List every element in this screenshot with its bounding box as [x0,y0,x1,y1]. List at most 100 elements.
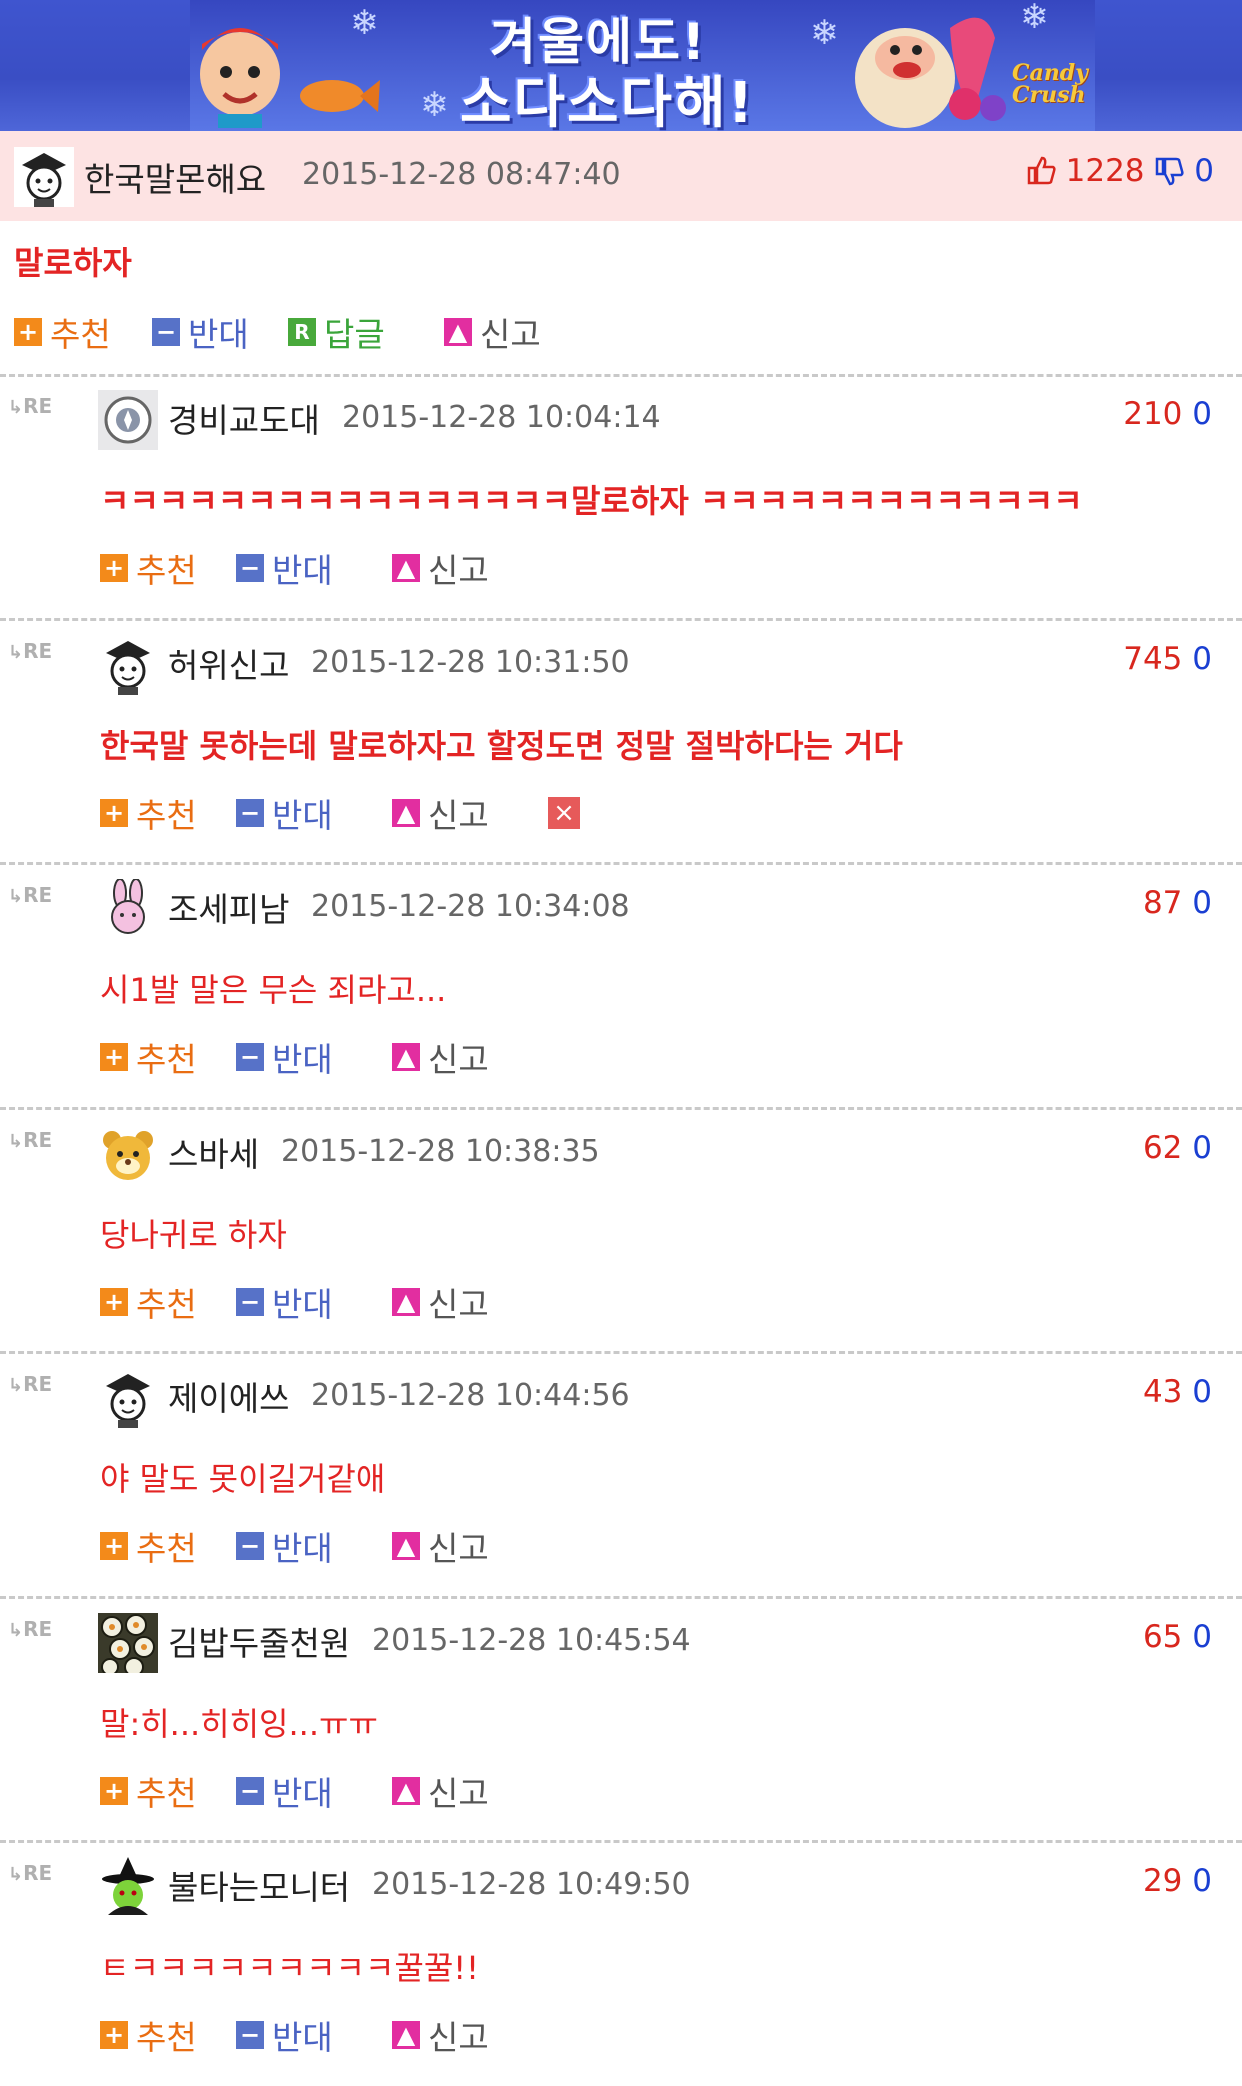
avatar[interactable] [98,1857,158,1917]
oppose-button[interactable]: − 반대 [236,2013,333,2057]
recommend-button[interactable]: + 추천 [14,310,111,354]
comment-author[interactable]: 제이에쓰 [168,1372,289,1420]
oppose-label: 반대 [272,1285,333,1324]
oppose-button[interactable]: − 반대 [236,1769,333,1813]
downvote-count[interactable]: 0 [1192,885,1212,921]
report-button[interactable]: ▲ 신고 [392,1524,489,1568]
comment-author[interactable]: 김밥두줄천원 [168,1617,350,1665]
oppose-button[interactable]: − 반대 [236,791,333,835]
recommend-button[interactable]: + 추천 [100,546,197,590]
report-button[interactable]: ▲ 신고 [392,546,489,590]
reply-arrow-icon: ↳RE [8,1861,53,1885]
candy-crush-logo: Candy Crush [1012,60,1088,108]
downvote-count[interactable]: 0 [1192,1863,1212,1899]
downvote-count[interactable]: 0 [1192,1130,1212,1166]
comment-text: 말:히...히히잉...ㅠㅠ [100,1705,378,1743]
plus-icon: + [100,799,128,827]
thumbs-up-icon[interactable] [1026,155,1056,185]
reply-button[interactable]: R 답글 [288,310,385,354]
avatar[interactable] [98,879,158,939]
oppose-label: 반대 [272,551,333,590]
comment-author[interactable]: 허위신고 [168,639,289,687]
comment-date: 2015-12-28 10:34:08 [311,889,630,924]
comment-text: 한국말 못하는데 말로하자고 할정도면 정말 절박하다는 거다 [100,727,903,765]
reply-arrow-icon: ↳RE [8,1128,53,1152]
upvote-count[interactable]: 29 [1143,1863,1182,1899]
snowflake-icon: ❄ [810,13,839,53]
comment-date: 2015-12-28 10:49:50 [372,1867,691,1902]
recommend-button[interactable]: + 추천 [100,1769,197,1813]
avatar[interactable] [98,1613,158,1673]
comment-votes: 62 0 [1143,1130,1212,1166]
comment-votes: 43 0 [1143,1374,1212,1410]
report-button[interactable]: ▲ 신고 [392,1769,489,1813]
upvote-count[interactable]: 43 [1143,1374,1182,1410]
avatar[interactable] [98,1124,158,1184]
minus-icon: − [236,1288,264,1316]
fish-icon [300,80,380,112]
siren-icon: ▲ [392,1532,420,1560]
avatar[interactable] [98,390,158,450]
recommend-button[interactable]: + 추천 [100,1280,197,1324]
oppose-button[interactable]: − 반대 [236,546,333,590]
report-label: 신고 [428,1040,489,1079]
oppose-button[interactable]: − 반대 [236,1524,333,1568]
upvote-count[interactable]: 65 [1143,1619,1182,1655]
siren-icon: ▲ [444,318,472,346]
banner-title-line2: 소다소다해! [460,71,756,131]
downvote-count[interactable]: 0 [1192,1619,1212,1655]
avatar[interactable] [98,635,158,695]
comment-item: ↳RE 불타는모니터 2015-12-28 10:49:50 29 0 ㅌㅋㅋㅋㅋㅋㅋㅋ… [0,1843,1242,2086]
plus-icon: + [100,1288,128,1316]
oppose-button[interactable]: − 반대 [236,1035,333,1079]
report-button[interactable]: ▲ 신고 [444,310,541,354]
comment-actions: + 추천 − 반대 ▲ 신고 [100,1035,700,1079]
report-button[interactable]: ▲ 신고 [392,1035,489,1079]
comment-item: ↳RE 조세피남 2015-12-28 10:34:08 87 0 시1발 말은 무슨 … [0,865,1242,1108]
upvote-count[interactable]: 210 [1123,396,1182,432]
comment-date: 2015-12-28 10:45:54 [372,1623,691,1658]
downvote-count[interactable]: 0 [1192,641,1212,677]
ad-banner[interactable]: ❄ ❄ ❄ ❄ 겨울에도! 소다소다해! Candy Crush [0,0,1242,131]
recommend-button[interactable]: + 추천 [100,1035,197,1079]
minus-icon: − [236,554,264,582]
post-header: 한국말몬해요 2015-12-28 08:47:40 1228 0 [0,131,1242,221]
comment-author[interactable]: 스바세 [168,1128,259,1176]
recommend-button[interactable]: + 추천 [100,791,197,835]
comment-author[interactable]: 경비교도대 [168,394,320,442]
recommend-label: 추천 [136,1285,197,1324]
comment-item: ↳RE 허위신고 2015-12-28 10:31:50 745 0 한국말 못하는데 … [0,621,1242,864]
recommend-button[interactable]: + 추천 [100,1524,197,1568]
downvote-count[interactable]: 0 [1192,396,1212,432]
report-button[interactable]: ▲ 신고 [392,2013,489,2057]
upvote-count[interactable]: 87 [1143,885,1182,921]
comment-text: 야 말도 못이길거같애 [100,1460,386,1498]
report-button[interactable]: ▲ 신고 [392,791,489,835]
comment-author[interactable]: 조세피남 [168,883,289,931]
recommend-button[interactable]: + 추천 [100,2013,197,2057]
upvote-count[interactable]: 745 [1123,641,1182,677]
oppose-button[interactable]: − 반대 [152,310,249,354]
comment-votes: 65 0 [1143,1619,1212,1655]
post-author[interactable]: 한국말몬해요 [84,153,266,201]
comment-text: ㅌㅋㅋㅋㅋㅋㅋㅋㅋㅋ꿀꿀!! [100,1949,479,1987]
downvote-count[interactable]: 0 [1192,1374,1212,1410]
thumbs-down-icon[interactable] [1154,157,1184,187]
comment-votes: 29 0 [1143,1863,1212,1899]
avatar[interactable] [14,147,74,207]
oppose-label: 반대 [272,796,333,835]
plus-icon: + [100,554,128,582]
plus-icon: + [100,1043,128,1071]
delete-icon[interactable]: × [548,797,580,829]
minus-icon: − [236,799,264,827]
siren-icon: ▲ [392,1777,420,1805]
comment-actions: + 추천 − 반대 ▲ 신고 [100,1524,700,1568]
report-button[interactable]: ▲ 신고 [392,1280,489,1324]
re-label: RE [23,1372,53,1396]
oppose-label: 반대 [188,315,249,354]
oppose-button[interactable]: − 반대 [236,1280,333,1324]
comment-author[interactable]: 불타는모니터 [168,1861,350,1909]
avatar[interactable] [98,1368,158,1428]
upvote-count[interactable]: 62 [1143,1130,1182,1166]
comment-votes: 745 0 [1123,641,1212,677]
